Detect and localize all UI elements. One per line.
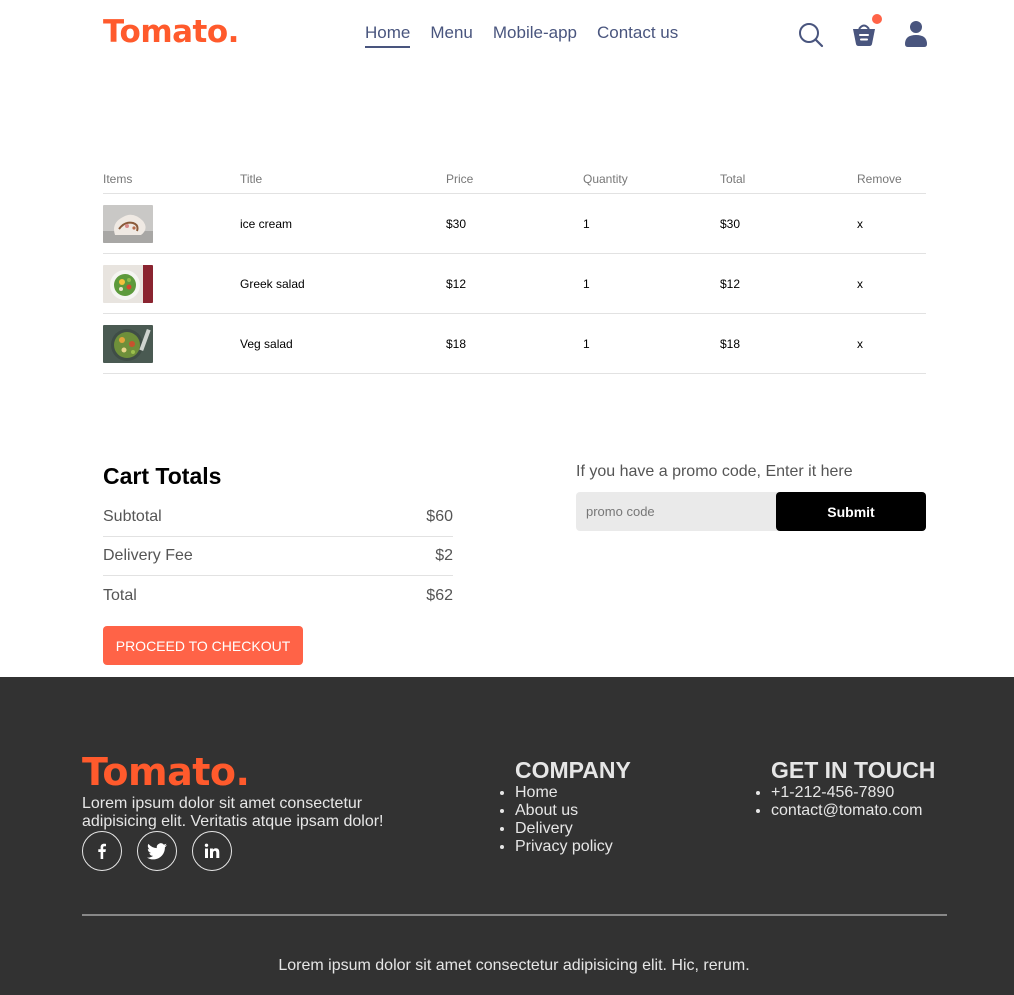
promo-text: If you have a promo code, Enter it here: [576, 463, 853, 480]
footer-link-about-us[interactable]: About us: [515, 802, 631, 820]
social-links: [82, 831, 232, 871]
promo-input-group: Submit: [576, 492, 926, 531]
navbar: Tomato. Home Menu Mobile-app Contact us: [0, 0, 1014, 70]
total-value: $62: [426, 586, 453, 604]
subtotal-line: Subtotal $60: [103, 498, 453, 537]
footer-link-home[interactable]: Home: [515, 784, 631, 802]
delivery-fee-value: $2: [435, 547, 453, 564]
item-total: $18: [720, 336, 741, 351]
basket-icon[interactable]: [850, 20, 878, 48]
remove-item-button[interactable]: x: [857, 277, 926, 291]
nav-item-contact-us[interactable]: Contact us: [597, 23, 678, 48]
header-quantity: Quantity: [583, 171, 628, 186]
twitter-icon[interactable]: [137, 831, 177, 871]
delivery-fee-line: Delivery Fee $2: [103, 537, 453, 576]
item-total: $30: [720, 216, 741, 231]
facebook-icon[interactable]: [82, 831, 122, 871]
cart-totals: Cart Totals Subtotal $60 Delivery Fee $2…: [103, 463, 453, 665]
footer-divider: [82, 914, 947, 916]
footer-logo: Tomato.: [82, 750, 250, 794]
cart-row: ice cream $30 1 $30 x: [103, 194, 926, 254]
cart-row: Veg salad $18 1 $18 x: [103, 314, 926, 374]
total-line: Total $62: [103, 576, 453, 615]
footer-phone: +1-212-456-7890: [771, 784, 935, 802]
ice-cream-image: [103, 204, 153, 243]
greek-salad-image: [103, 264, 153, 303]
item-title: ice cream: [240, 216, 293, 231]
item-price: $30: [446, 216, 467, 231]
header-price: Price: [446, 171, 474, 186]
total-label: Total: [103, 586, 137, 604]
proceed-to-checkout-button[interactable]: PROCEED TO CHECKOUT: [103, 626, 303, 665]
item-quantity: 1: [583, 276, 590, 291]
header-items: Items: [103, 171, 133, 186]
delivery-fee-label: Delivery Fee: [103, 547, 193, 564]
footer-company-heading: COMPANY: [515, 757, 631, 783]
nav-item-menu[interactable]: Menu: [430, 23, 473, 48]
footer-contact-list: +1-212-456-7890 contact@tomato.com: [753, 784, 935, 820]
veg-salad-image: [103, 324, 153, 363]
item-quantity: 1: [583, 336, 590, 351]
footer-link-delivery[interactable]: Delivery: [515, 820, 631, 838]
cart-totals-heading: Cart Totals: [103, 463, 222, 489]
footer-contact-heading: GET IN TOUCH: [771, 757, 936, 783]
cart-table: Items Title Price Quantity Total Remove …: [103, 164, 926, 374]
header-title: Title: [240, 171, 263, 186]
item-price: $12: [446, 276, 467, 291]
nav-item-home[interactable]: Home: [365, 23, 411, 48]
remove-item-button[interactable]: x: [857, 337, 926, 351]
promo-code-input[interactable]: [576, 492, 776, 531]
footer-company-links: Home About us Delivery Privacy policy: [497, 784, 631, 856]
cart-notification-dot: [872, 14, 882, 24]
logo[interactable]: Tomato.: [103, 14, 239, 50]
linkedin-icon[interactable]: [192, 831, 232, 871]
footer-link-privacy-policy[interactable]: Privacy policy: [515, 838, 631, 856]
nav-item-mobile-app[interactable]: Mobile-app: [493, 23, 577, 48]
item-quantity: 1: [583, 216, 590, 231]
subtotal-value: $60: [426, 508, 453, 525]
item-title: Greek salad: [240, 276, 305, 291]
subtotal-label: Subtotal: [103, 508, 162, 525]
item-total: $12: [720, 276, 741, 291]
footer-copyright: Lorem ipsum dolor sit amet consectetur a…: [278, 957, 750, 974]
search-icon[interactable]: [797, 20, 825, 48]
cart-row: Greek salad $12 1 $12 x: [103, 254, 926, 314]
remove-item-button[interactable]: x: [857, 217, 926, 231]
promo-section: If you have a promo code, Enter it here …: [576, 463, 926, 531]
footer: Tomato. Lorem ipsum dolor sit amet conse…: [0, 677, 1014, 995]
header-total: Total: [720, 171, 746, 186]
promo-submit-button[interactable]: Submit: [776, 492, 926, 531]
item-title: Veg salad: [240, 336, 293, 351]
footer-company: COMPANY Home About us Delivery Privacy p…: [515, 758, 631, 856]
footer-email: contact@tomato.com: [771, 802, 935, 820]
item-price: $18: [446, 336, 467, 351]
footer-contact: GET IN TOUCH +1-212-456-7890 contact@tom…: [771, 758, 935, 820]
cart-table-header: Items Title Price Quantity Total Remove: [103, 164, 926, 194]
profile-icon[interactable]: [902, 20, 930, 48]
nav-menu: Home Menu Mobile-app Contact us: [365, 23, 678, 48]
footer-about-text: Lorem ipsum dolor sit amet consectetur a…: [82, 795, 384, 830]
header-remove: Remove: [857, 171, 902, 186]
